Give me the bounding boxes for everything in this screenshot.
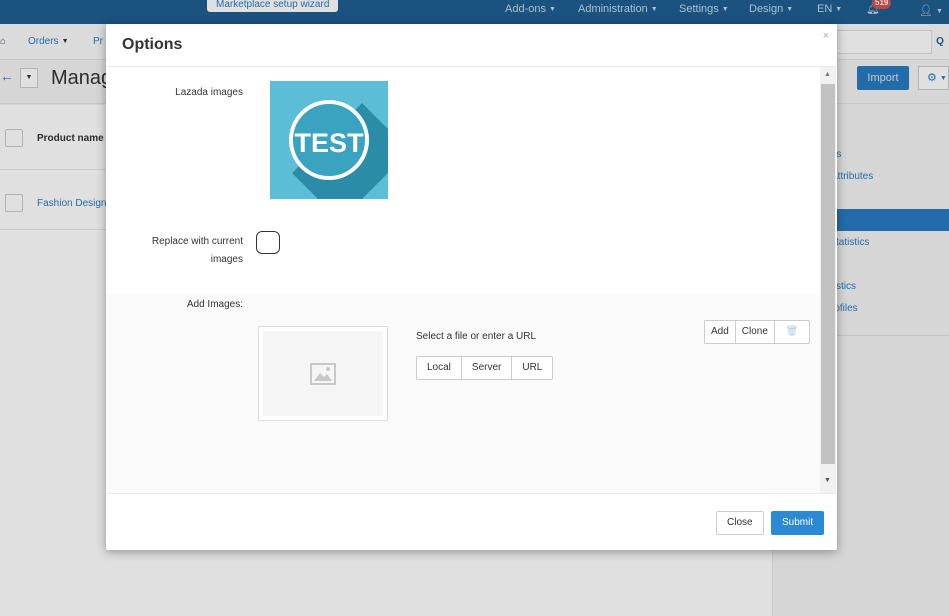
- submit-button[interactable]: Submit: [771, 511, 825, 535]
- dialog-scrollbar[interactable]: ▲ ▼: [820, 67, 836, 493]
- add-button[interactable]: Add: [704, 320, 736, 344]
- dialog-title: Options: [122, 36, 183, 53]
- dialog-footer: Close Submit: [106, 493, 837, 550]
- close-button[interactable]: Close: [716, 511, 764, 535]
- dialog-body: Lazada images TEST Replace with current …: [106, 67, 837, 493]
- image-upload-preview[interactable]: [258, 326, 388, 421]
- local-button[interactable]: Local: [416, 356, 462, 380]
- thumbnail-text: TEST: [294, 128, 364, 158]
- lazada-image-thumbnail[interactable]: TEST: [270, 81, 388, 199]
- options-dialog: Options × Lazada images TEST Replace wit…: [106, 24, 837, 550]
- add-images-label: Add Images:: [186, 299, 243, 310]
- trash-icon[interactable]: 🗑︎: [773, 320, 810, 344]
- scroll-thumb[interactable]: [821, 84, 835, 464]
- replace-label-line1: Replace with current: [151, 236, 243, 247]
- replace-label-line2: images: [210, 254, 243, 265]
- scroll-up-arrow-icon[interactable]: ▲: [824, 71, 831, 78]
- url-button[interactable]: URL: [511, 356, 554, 380]
- select-file-hint: Select a file or enter a URL: [416, 331, 537, 342]
- server-button[interactable]: Server: [460, 356, 513, 380]
- scroll-down-arrow-icon[interactable]: ▼: [824, 477, 831, 484]
- dialog-header: Options ×: [106, 24, 837, 67]
- image-action-group: Add Clone 🗑︎: [704, 320, 810, 344]
- image-placeholder-icon: [310, 362, 336, 385]
- close-icon[interactable]: ×: [823, 30, 829, 42]
- source-button-group: Local Server URL: [416, 356, 554, 380]
- lazada-images-label: Lazada images: [175, 87, 243, 98]
- replace-images-checkbox[interactable]: [256, 231, 280, 254]
- image-placeholder: [263, 331, 383, 416]
- clone-button[interactable]: Clone: [734, 320, 775, 344]
